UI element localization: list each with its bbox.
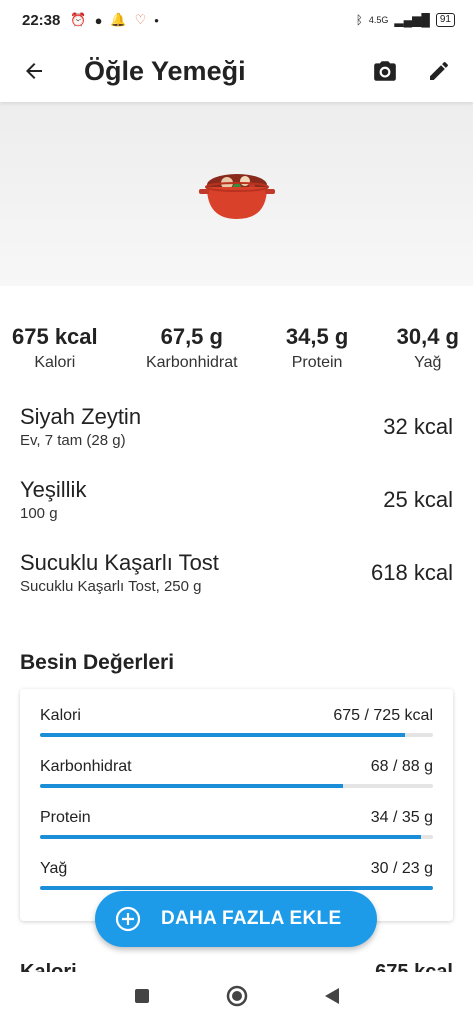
nutrition-row: Protein 34 / 35 g: [40, 801, 433, 852]
next-section-peek: Kalori 675 kcal: [20, 958, 453, 972]
camera-icon: [374, 61, 396, 81]
food-detail: Sucuklu Kaşarlı Tost, 250 g: [20, 578, 202, 595]
food-list: Siyah Zeytin Ev, 7 tam (28 g) 32 kcal Ye…: [0, 372, 473, 609]
progress-bar: [40, 886, 433, 890]
macro-label: Kalori: [34, 354, 76, 371]
status-time: 22:38: [22, 11, 61, 29]
macro-label: Yağ: [414, 354, 442, 371]
progress-bar: [40, 733, 433, 737]
progress-fill: [40, 835, 422, 839]
recents-button[interactable]: [134, 988, 150, 1009]
status-bar: 22:38 ⏰ ● 🔔 ♡ • ᛒ 4.5G ▂▄▆█ 91: [0, 0, 473, 40]
nutrition-card: Kalori 675 / 725 kcal Karbonhidrat 68 / …: [20, 689, 453, 921]
app-notification-icon: ●: [94, 12, 103, 28]
food-name: Sucuklu Kaşarlı Tost: [20, 550, 219, 575]
progress-fill: [40, 733, 406, 737]
food-item[interactable]: Sucuklu Kaşarlı Tost Sucuklu Kaşarlı Tos…: [20, 536, 453, 609]
macro-label: Karbonhidrat: [145, 354, 238, 371]
bluetooth-icon: ᛒ: [355, 13, 363, 27]
meal-image: [0, 102, 473, 286]
nutrition-label: Karbonhidrat: [40, 758, 132, 775]
arrow-left-icon: [26, 63, 42, 79]
back-button[interactable]: [14, 51, 54, 91]
edit-button[interactable]: [419, 51, 459, 91]
nutrition-row: Kalori 675 / 725 kcal: [40, 699, 433, 750]
macro-label: Protein: [291, 354, 343, 371]
macro-summary: 675 kcal Kalori 67,5 g Karbonhidrat 34,5…: [0, 286, 473, 372]
macro-fat: 30,4 g Yağ: [397, 324, 459, 372]
app-bar: Öğle Yemeği: [0, 40, 473, 102]
macro-calories: 675 kcal Kalori: [12, 324, 98, 372]
food-detail: Ev, 7 tam (28 g): [20, 432, 126, 449]
add-more-label: DAHA FAZLA EKLE: [161, 908, 342, 929]
macro-value: 67,5 g: [160, 324, 223, 349]
nutrition-row: Karbonhidrat 68 / 88 g: [40, 750, 433, 801]
macro-value: 675 kcal: [12, 324, 98, 349]
nutrition-label: Kalori: [40, 707, 81, 724]
food-item[interactable]: Yeşillik 100 g 25 kcal: [20, 463, 453, 536]
heart-icon: ♡: [134, 12, 147, 27]
bell-icon: 🔔: [110, 12, 127, 27]
home-button[interactable]: [225, 984, 249, 1013]
alarm-off-icon: ⏰: [70, 12, 87, 27]
nutrition-label: Yağ: [40, 860, 68, 877]
camera-button[interactable]: [365, 51, 405, 91]
progress-bar: [40, 784, 433, 788]
progress-fill: [40, 784, 343, 788]
food-item[interactable]: Siyah Zeytin Ev, 7 tam (28 g) 32 kcal: [20, 390, 453, 463]
food-kcal: 25 kcal: [383, 486, 453, 512]
add-more-button[interactable]: DAHA FAZLA EKLE: [95, 891, 377, 947]
page-title: Öğle Yemeği: [84, 55, 246, 86]
network-label: 4.5G: [368, 15, 389, 25]
macro-value: 34,5 g: [285, 324, 349, 349]
more-dot-icon: •: [154, 12, 159, 28]
nutrition-value: 675 / 725 kcal: [333, 707, 433, 724]
macro-carbs: 67,5 g Karbonhidrat: [146, 324, 238, 372]
nutrition-label: Protein: [40, 809, 91, 826]
nutrition-value: 68 / 88 g: [370, 758, 433, 775]
food-kcal: 32 kcal: [383, 413, 453, 439]
food-name: Siyah Zeytin: [20, 404, 142, 429]
food-name: Yeşillik: [20, 477, 87, 502]
peek-value: 675 kcal: [375, 961, 453, 972]
progress-bar: [40, 835, 433, 839]
battery-indicator: 91: [435, 13, 455, 27]
pot-of-food-icon: [198, 174, 275, 219]
back-nav-button[interactable]: [324, 987, 340, 1010]
nutrition-value: 30 / 23 g: [370, 860, 433, 877]
pencil-icon: [430, 61, 448, 80]
food-kcal: 618 kcal: [371, 559, 453, 585]
food-detail: 100 g: [20, 505, 58, 522]
triangle-back-icon: [324, 987, 339, 1004]
plus-circle-icon: [115, 906, 141, 932]
nutrition-value: 34 / 35 g: [370, 809, 433, 826]
signal-icon: ▂▄▆█: [394, 13, 430, 27]
nutrition-section-title: Besin Değerleri: [20, 651, 175, 674]
system-nav-bar: [0, 972, 473, 1024]
circle-icon: [226, 985, 247, 1006]
peek-label: Kalori: [20, 961, 77, 972]
macro-protein: 34,5 g Protein: [286, 324, 348, 372]
macro-value: 30,4 g: [396, 324, 459, 349]
square-icon: [134, 988, 149, 1003]
progress-fill: [40, 886, 433, 890]
